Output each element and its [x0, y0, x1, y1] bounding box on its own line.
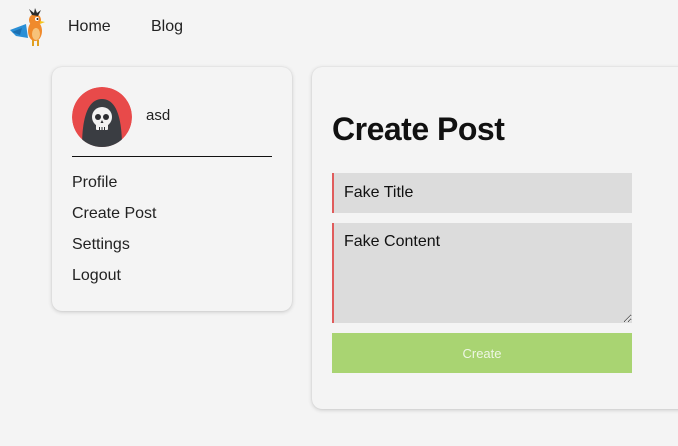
page-title: Create Post [332, 111, 505, 147]
sidebar-item-logout[interactable]: Logout [72, 267, 156, 298]
create-button[interactable]: Create [332, 333, 632, 373]
sidebar-item-profile[interactable]: Profile [72, 174, 156, 205]
post-title-input[interactable] [332, 173, 632, 213]
sidebar-divider [72, 156, 272, 157]
sidebar-item-settings[interactable]: Settings [72, 236, 156, 267]
nav-link-blog[interactable]: Blog [151, 18, 183, 36]
create-post-card: Create Post Fake Content Create [312, 67, 678, 409]
top-navbar: Home Blog [0, 0, 678, 56]
sidebar-item-create-post[interactable]: Create Post [72, 205, 156, 236]
sidebar-menu: Profile Create Post Settings Logout [72, 174, 156, 298]
username: asd [146, 107, 171, 124]
bird-logo-icon[interactable] [8, 8, 48, 48]
post-content-textarea[interactable]: Fake Content [332, 223, 632, 323]
nav-link-home[interactable]: Home [68, 18, 111, 36]
skull-avatar-icon[interactable] [72, 87, 132, 147]
sidebar-card: asd Profile Create Post Settings Logout [52, 67, 292, 311]
